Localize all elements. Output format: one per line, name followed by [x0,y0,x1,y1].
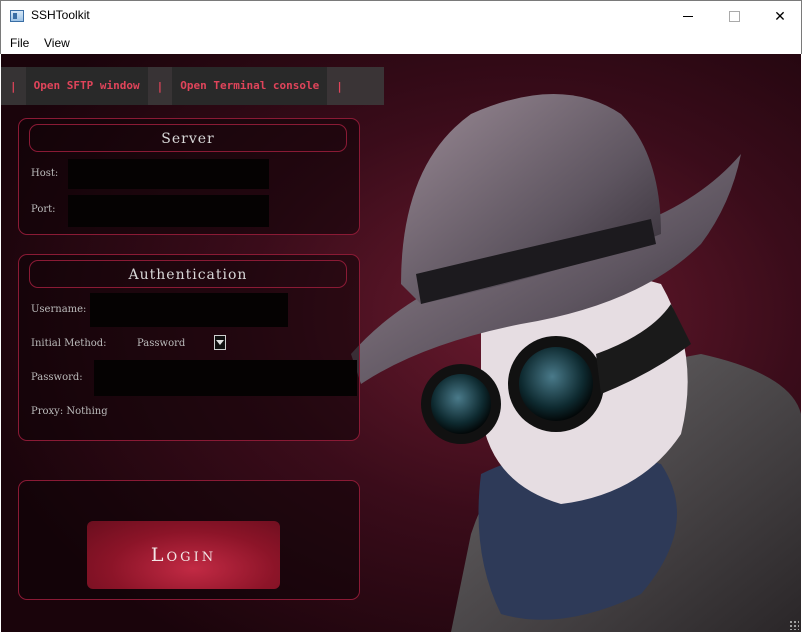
minimize-button[interactable] [665,1,711,32]
username-label: Username: [31,304,87,315]
login-group: Login [18,480,360,600]
username-input[interactable] [90,293,288,327]
resize-grip-icon[interactable] [789,620,799,630]
title-bar: SSHToolkit ✕ [0,0,802,32]
toolbar-separator: | [156,79,164,93]
initial-method-label: Initial Method: [31,338,107,349]
menu-file[interactable]: File [10,36,29,50]
proxy-label: Proxy: Nothing [31,406,108,417]
port-input[interactable] [68,195,269,227]
login-button[interactable]: Login [87,521,280,589]
server-title: Server [29,124,347,152]
menu-view[interactable]: View [44,36,70,50]
open-sftp-button[interactable]: Open SFTP window [25,67,148,105]
host-input[interactable] [68,159,269,189]
toolbar-separator: | [10,79,17,93]
authentication-group: Authentication Username: Initial Method:… [18,254,360,441]
close-button[interactable]: ✕ [757,1,802,32]
menu-bar: File View [0,32,802,54]
initial-method-value: Password [137,338,186,349]
dropdown-arrow-icon[interactable] [214,335,226,350]
toolbar: | Open SFTP window | Open Terminal conso… [1,67,384,105]
authentication-title: Authentication [29,260,347,288]
server-group: Server Host: Port: [18,118,360,235]
close-icon: ✕ [774,8,786,25]
password-input[interactable] [94,360,357,396]
maximize-button[interactable] [711,1,757,32]
minimize-icon [683,16,693,17]
maximize-icon [728,11,740,22]
open-terminal-button[interactable]: Open Terminal console [172,67,328,105]
password-label: Password: [31,372,83,383]
host-label: Host: [31,168,59,179]
main-area: | Open SFTP window | Open Terminal conso… [1,54,801,632]
port-label: Port: [31,204,56,215]
window-title: SSHToolkit [31,8,90,22]
toolbar-separator: | [336,79,343,93]
app-icon [10,10,24,22]
